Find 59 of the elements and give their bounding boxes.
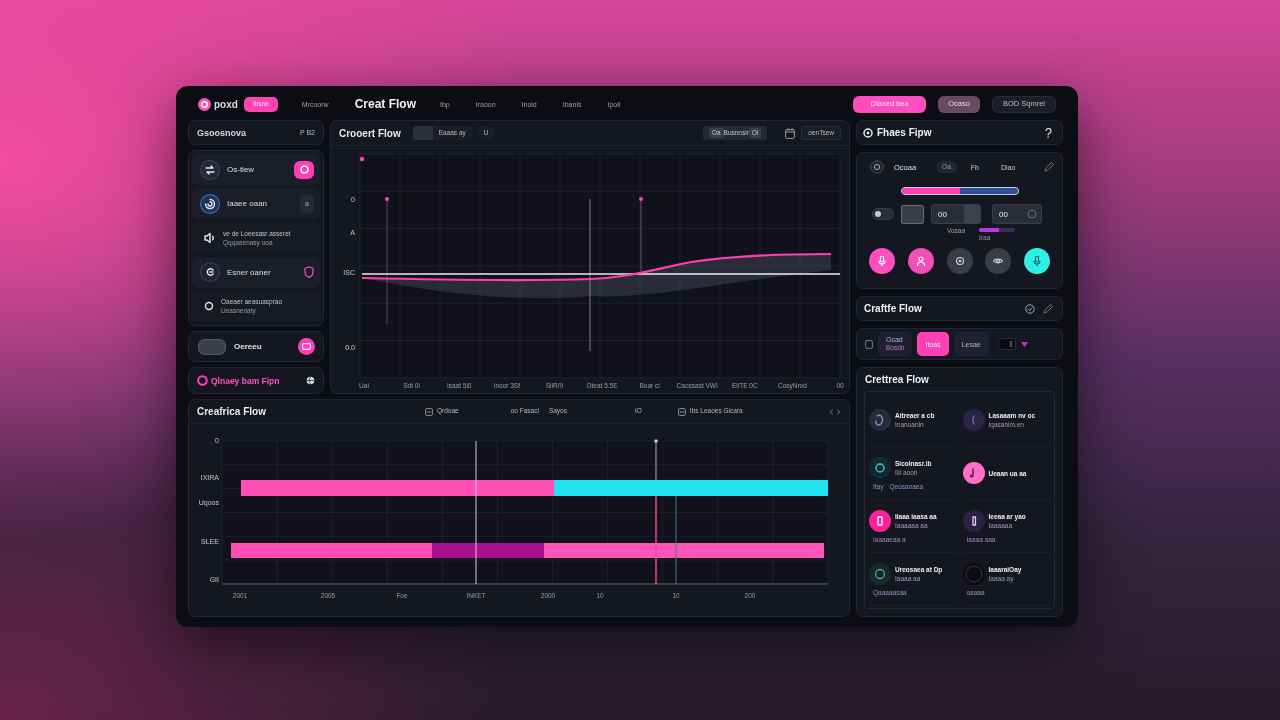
speaker-icon — [204, 232, 216, 244]
calendar-icon[interactable] — [785, 127, 796, 139]
swatch-icon[interactable] — [901, 204, 924, 224]
shield-icon — [304, 266, 314, 279]
logo-icon — [198, 97, 211, 111]
ring-icon — [197, 375, 208, 386]
chevrons-icon[interactable] — [829, 408, 841, 415]
mic-icon — [877, 256, 887, 266]
ring-icon — [299, 165, 309, 175]
panel-label: Oereeu — [234, 342, 263, 351]
globe-icon — [306, 376, 315, 385]
spiral-icon — [200, 193, 220, 214]
frame-icon — [302, 343, 311, 350]
app-title: Creat Flow — [354, 97, 416, 111]
round-button[interactable] — [985, 248, 1012, 274]
list-item[interactable]: Os-tiew — [192, 154, 320, 186]
square-icon — [964, 205, 980, 223]
eye-icon — [993, 256, 1004, 266]
pill-icon — [198, 338, 226, 355]
pen-icon[interactable] — [1044, 162, 1054, 172]
slider-track[interactable] — [901, 187, 1019, 195]
round-button[interactable] — [907, 248, 934, 274]
arc-icon — [200, 262, 220, 283]
item-title: Esner oaner — [227, 267, 272, 277]
panel-title: Crettrea Flow — [864, 373, 930, 387]
chart-title: Crooert Flow — [339, 127, 401, 139]
person-icon — [915, 256, 926, 266]
slider-fill[interactable] — [902, 188, 960, 194]
mic-icon — [1032, 256, 1042, 266]
arrows-icon — [200, 159, 220, 180]
round-button[interactable] — [946, 248, 973, 274]
ring-icon — [1027, 209, 1037, 219]
item-title: Os-tiew — [227, 165, 256, 175]
caret-icon[interactable] — [1020, 341, 1028, 347]
square-icon — [677, 407, 686, 416]
panel-title: Fhaes Fipw — [877, 127, 933, 138]
target-icon — [863, 127, 873, 138]
round-button[interactable] — [869, 248, 895, 274]
chart-title: Creafrica Flow — [197, 406, 267, 417]
check-circle-icon[interactable] — [1025, 303, 1035, 314]
toggle-switch[interactable] — [872, 208, 894, 220]
brand-name: poxd — [214, 98, 238, 110]
action-button[interactable] — [294, 160, 314, 179]
square-icon — [865, 339, 873, 349]
number-field[interactable]: 00 — [992, 204, 1042, 224]
footer-link[interactable]: Qlnaey bam Fipn — [211, 375, 303, 386]
section-title: Craftfe Flow — [864, 303, 923, 314]
ring-icon — [204, 301, 214, 312]
round-button[interactable] — [298, 338, 315, 355]
panel-title: Gsoosnova — [197, 127, 246, 138]
list-item[interactable]: Esner oaner — [192, 256, 320, 288]
ring-icon — [954, 256, 965, 266]
ring-icon — [870, 160, 884, 174]
help-icon[interactable] — [1045, 127, 1052, 138]
round-button[interactable] — [1024, 248, 1050, 274]
item-title: Iaaee oaan — [227, 199, 269, 209]
square-icon — [425, 407, 433, 416]
pen-icon[interactable] — [1043, 303, 1053, 314]
number-field[interactable]: 00 — [931, 204, 981, 224]
